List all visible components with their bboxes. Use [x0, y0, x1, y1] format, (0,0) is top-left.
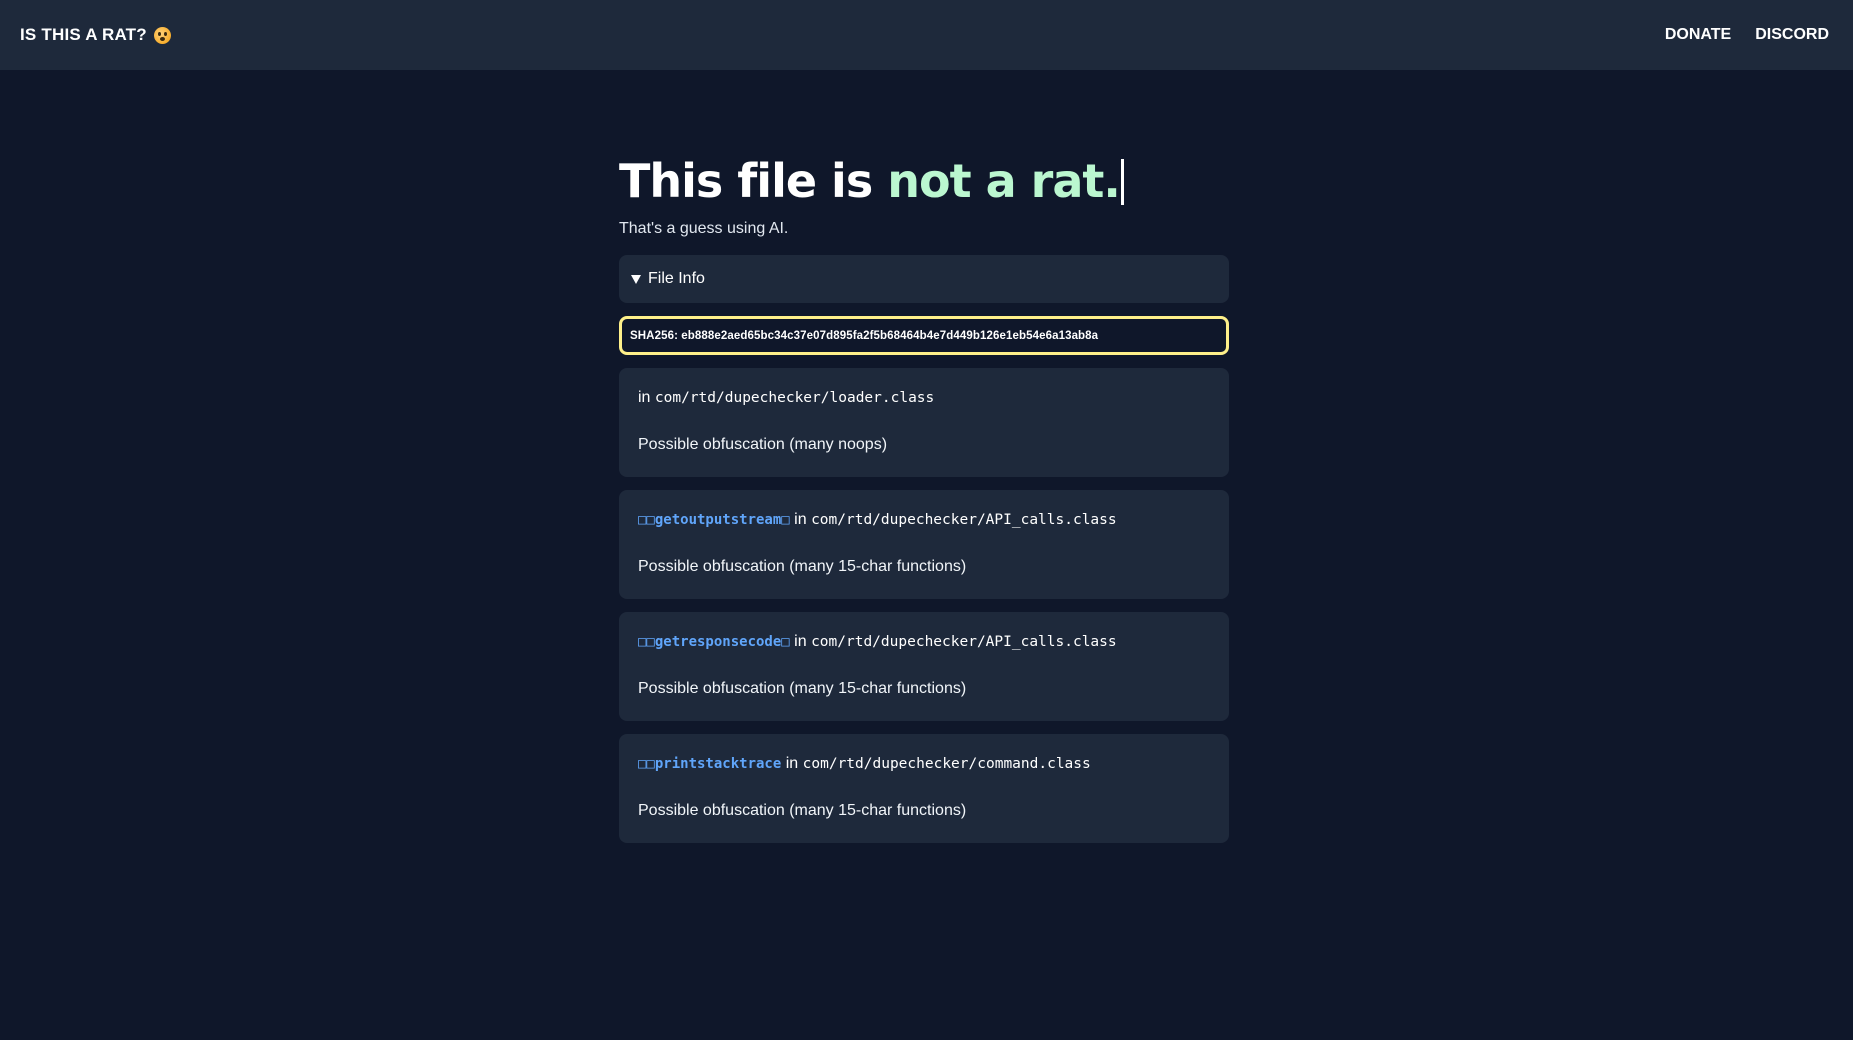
function-name-link[interactable]: □□getresponsecode□ [638, 634, 790, 650]
finding-description: Possible obfuscation (many 15-char funct… [638, 802, 967, 819]
result-subtitle: That's a guess using AI. [619, 220, 789, 237]
discord-link[interactable]: DISCORD [1755, 26, 1829, 44]
top-navbar: IS THIS A RAT? DONATE DISCORD [0, 0, 1853, 70]
finding-location: □□getoutputstream□ in com/rtd/dupechecke… [638, 509, 1210, 531]
sha256-hash: SHA256: eb888e2aed65bc34c37e07d895fa2f5b… [619, 316, 1229, 355]
donate-link[interactable]: DONATE [1665, 26, 1731, 44]
function-name-link[interactable]: □□getoutputstream□ [638, 512, 790, 528]
nav-links: DONATE DISCORD [1665, 26, 1829, 44]
in-label: in [638, 389, 651, 406]
finding-description: Possible obfuscation (many noops) [638, 436, 888, 453]
expanded-triangle-icon [631, 274, 641, 284]
finding-location: □□printstacktrace in com/rtd/dupechecker… [638, 753, 1210, 775]
finding-location: in com/rtd/dupechecker/loader.class [638, 387, 1210, 409]
finding-description: Possible obfuscation (many 15-char funct… [638, 680, 967, 697]
main-content: This file is not a rat. That's a guess u… [619, 140, 1229, 843]
finding-card: □□getresponsecode□ in com/rtd/dupechecke… [619, 612, 1229, 721]
flushed-face-icon [153, 26, 171, 44]
brand-title: IS THIS A RAT? [20, 25, 147, 44]
headline-verdict: not a rat. [887, 154, 1121, 208]
finding-card: in com/rtd/dupechecker/loader.class Poss… [619, 368, 1229, 477]
function-name-link[interactable]: □□printstacktrace [638, 756, 781, 772]
in-label: in [794, 511, 807, 528]
result-headline: This file is not a rat. [619, 148, 1229, 214]
finding-card: □□getoutputstream□ in com/rtd/dupechecke… [619, 490, 1229, 599]
in-label: in [785, 755, 799, 772]
headline-prefix: This file is [619, 154, 888, 208]
finding-description: Possible obfuscation (many 15-char funct… [638, 558, 967, 575]
class-path: com/rtd/dupechecker/command.class [802, 756, 1091, 772]
file-info-label: File Info [648, 270, 705, 287]
typing-cursor [1120, 159, 1124, 205]
class-path: com/rtd/dupechecker/API_calls.class [811, 512, 1117, 528]
finding-location: □□getresponsecode□ in com/rtd/dupechecke… [638, 631, 1210, 653]
finding-card: □□printstacktrace in com/rtd/dupechecker… [619, 734, 1229, 843]
class-path: com/rtd/dupechecker/API_calls.class [811, 634, 1117, 650]
file-info-toggle[interactable]: File Info [619, 255, 1229, 303]
class-path: com/rtd/dupechecker/loader.class [654, 390, 935, 406]
brand-home-link[interactable]: IS THIS A RAT? [20, 25, 171, 45]
in-label: in [794, 633, 807, 650]
